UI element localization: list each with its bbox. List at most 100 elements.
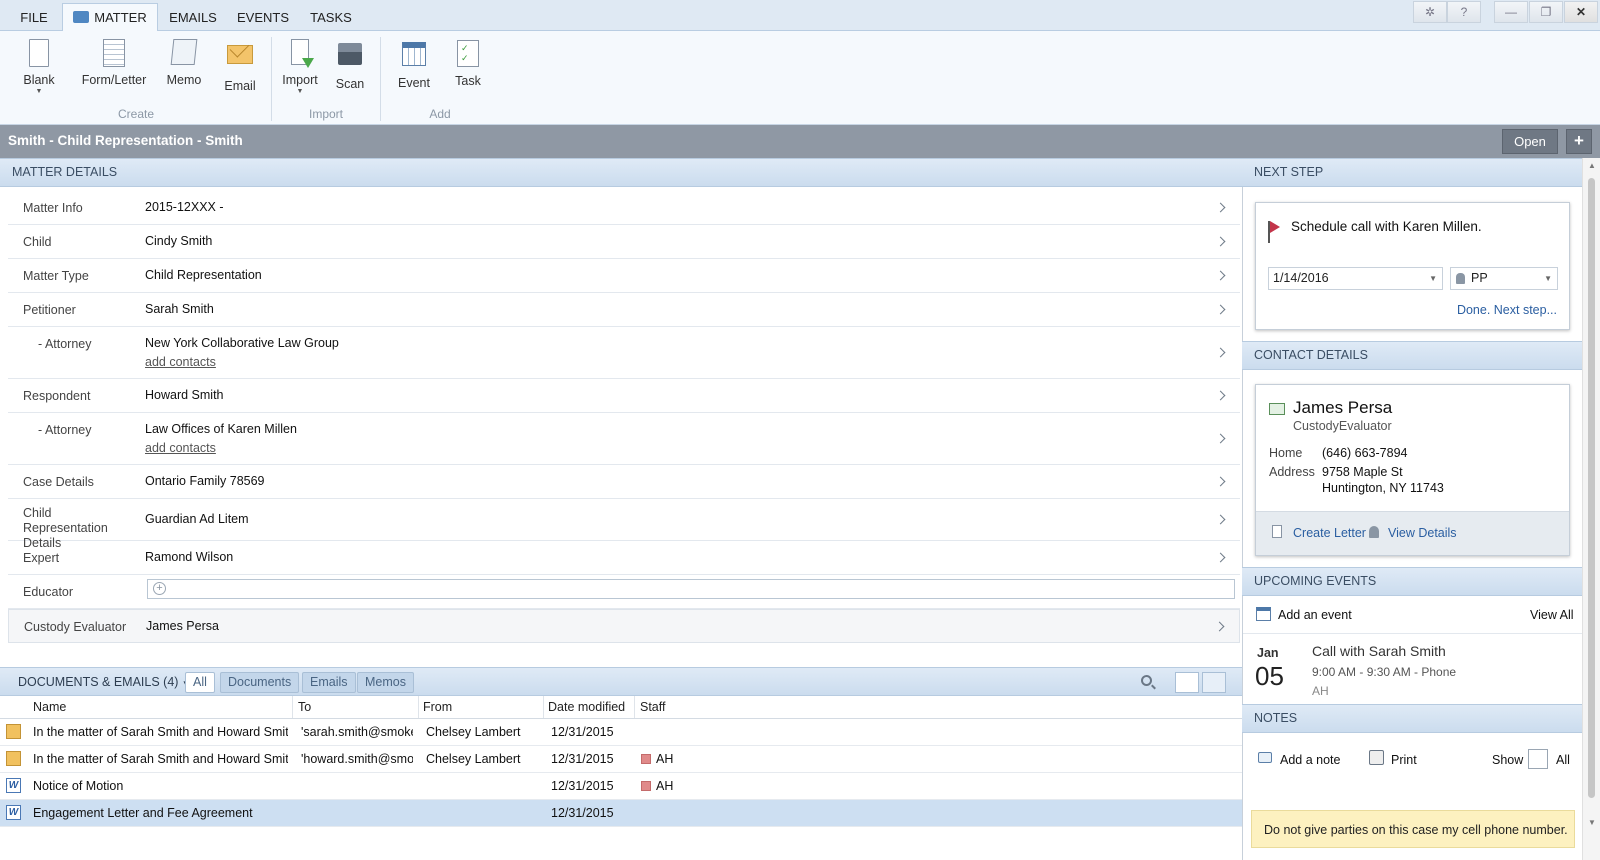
column-divider[interactable] [634, 696, 635, 718]
settings-icon[interactable]: ✲ [1413, 1, 1447, 23]
add-event-link[interactable]: Add an event [1278, 608, 1352, 622]
column-date-modified[interactable]: Date modified [548, 700, 625, 714]
chevron-right-icon[interactable] [1215, 390, 1226, 401]
detail-value: 2015-12XXX - [145, 200, 224, 214]
next-step-date-picker[interactable]: 1/14/2016 ▼ [1268, 267, 1443, 290]
detail-row-respondent-attorney[interactable]: - Attorney Law Offices of Karen Millen a… [8, 413, 1240, 465]
detail-row-educator[interactable]: Educator + [8, 575, 1240, 609]
event-item[interactable]: Jan 05 Call with Sarah Smith 9:00 AM - 9… [1243, 633, 1582, 703]
column-divider[interactable] [292, 696, 293, 718]
tab-file[interactable]: FILE [8, 3, 60, 31]
home-phone[interactable]: (646) 663-7894 [1322, 446, 1407, 460]
import-button[interactable]: Import ▼ [280, 39, 320, 95]
filter-all[interactable]: All [185, 672, 215, 693]
event-title: Call with Sarah Smith [1312, 643, 1446, 659]
task-label: Task [455, 74, 481, 88]
note-card[interactable]: Do not give parties on this case my cell… [1251, 810, 1575, 848]
event-button[interactable]: Event [394, 39, 434, 90]
task-button[interactable]: Task [450, 39, 486, 88]
detail-value: Child Representation [145, 268, 262, 282]
details-view-icon[interactable] [1175, 672, 1199, 693]
email-button[interactable]: Email [220, 39, 260, 93]
print-link[interactable]: Print [1391, 753, 1417, 767]
contact-name[interactable]: James Persa [1293, 398, 1392, 418]
detail-row-child-representation-details[interactable]: Child Representation Details Guardian Ad… [8, 499, 1240, 550]
chevron-right-icon[interactable] [1215, 476, 1226, 487]
detail-row-case-details[interactable]: Case Details Ontario Family 78569 [8, 465, 1240, 499]
detail-row-respondent[interactable]: Respondent Howard Smith [8, 379, 1240, 413]
tab-emails[interactable]: EMAILS [160, 3, 226, 31]
chevron-right-icon[interactable] [1215, 304, 1226, 315]
restore-icon[interactable]: ❐ [1529, 1, 1563, 23]
done-next-step-link[interactable]: Done. Next step... [1457, 303, 1557, 317]
help-icon[interactable]: ? [1447, 1, 1481, 23]
column-divider[interactable] [543, 696, 544, 718]
chevron-right-icon[interactable] [1215, 433, 1226, 444]
detail-row-expert[interactable]: Expert Ramond Wilson [8, 541, 1240, 575]
email-icon [6, 724, 21, 739]
detail-value: James Persa [146, 619, 219, 633]
tab-matter[interactable]: MATTER [62, 3, 158, 32]
scroll-down-icon[interactable]: ▼ [1588, 818, 1596, 827]
educator-input[interactable]: + [147, 579, 1235, 599]
filter-memos[interactable]: Memos [357, 672, 414, 693]
list-view-icon[interactable] [1202, 672, 1226, 693]
blank-button[interactable]: Blank ▼ [20, 39, 58, 95]
scan-button[interactable]: Scan [332, 39, 368, 91]
detail-row-matter-type[interactable]: Matter Type Child Representation [8, 259, 1240, 293]
ribbon-divider [271, 37, 272, 121]
add-contacts-link[interactable]: add contacts [145, 355, 216, 369]
filter-emails[interactable]: Emails [302, 672, 356, 693]
chevron-down-icon: ▼ [1429, 274, 1437, 283]
add-note-link[interactable]: Add a note [1280, 753, 1340, 767]
detail-row-petitioner[interactable]: Petitioner Sarah Smith [8, 293, 1240, 327]
documents-title-dropdown[interactable]: DOCUMENTS & EMAILS (4) ▼ [18, 675, 190, 689]
close-icon[interactable]: ✕ [1564, 1, 1598, 23]
detail-row-custody-evaluator[interactable]: Custody Evaluator James Persa [8, 609, 1240, 643]
detail-row-child[interactable]: Child Cindy Smith [8, 225, 1240, 259]
search-icon[interactable] [1141, 675, 1152, 686]
staff-color-swatch [641, 781, 651, 791]
column-name[interactable]: Name [33, 700, 66, 714]
chevron-right-icon[interactable] [1215, 514, 1226, 525]
tab-events[interactable]: EVENTS [228, 3, 298, 31]
chevron-right-icon[interactable] [1214, 621, 1225, 632]
table-row[interactable]: In the matter of Sarah Smith and Howard … [0, 719, 1242, 746]
view-details-link[interactable]: View Details [1388, 526, 1457, 540]
right-panel-scrollbar[interactable]: ▲ ▼ [1582, 158, 1600, 860]
filter-documents[interactable]: Documents [220, 672, 300, 693]
next-step-assignee-select[interactable]: PP ▼ [1450, 267, 1558, 290]
column-staff[interactable]: Staff [640, 700, 665, 714]
add-contacts-link[interactable]: add contacts [145, 441, 216, 455]
memo-button[interactable]: Memo [164, 39, 204, 87]
show-all-checkbox[interactable] [1528, 749, 1548, 769]
event-staff: AH [1312, 684, 1329, 698]
column-from[interactable]: From [423, 700, 452, 714]
add-button[interactable]: + [1566, 129, 1592, 154]
next-step-assignee: PP [1471, 271, 1488, 285]
column-to[interactable]: To [298, 700, 311, 714]
detail-row-matter-info[interactable]: Matter Info 2015-12XXX - [8, 191, 1240, 225]
open-button[interactable]: Open [1502, 129, 1558, 154]
chevron-right-icon[interactable] [1215, 552, 1226, 563]
create-letter-link[interactable]: Create Letter [1293, 526, 1366, 540]
column-divider[interactable] [418, 696, 419, 718]
scroll-up-icon[interactable]: ▲ [1588, 161, 1596, 170]
home-label: Home [1269, 446, 1303, 460]
view-all-events-link[interactable]: View All [1530, 608, 1574, 622]
table-row[interactable]: W Notice of Motion 12/31/2015 AH [0, 773, 1242, 800]
chevron-right-icon[interactable] [1215, 202, 1226, 213]
add-circle-icon[interactable]: + [153, 582, 166, 595]
minimize-icon[interactable]: — [1494, 1, 1528, 23]
chevron-right-icon[interactable] [1215, 236, 1226, 247]
ribbon-tabbar: FILE MATTER EMAILS EVENTS TASKS ✲ ? — ❐ … [0, 0, 1600, 32]
table-row[interactable]: In the matter of Sarah Smith and Howard … [0, 746, 1242, 773]
chevron-right-icon[interactable] [1215, 347, 1226, 358]
scrollbar-thumb[interactable] [1588, 178, 1595, 798]
chevron-right-icon[interactable] [1215, 270, 1226, 281]
next-step-text[interactable]: Schedule call with Karen Millen. [1291, 219, 1482, 234]
table-row[interactable]: W Engagement Letter and Fee Agreement 12… [0, 800, 1242, 827]
form-letter-button[interactable]: Form/Letter [80, 39, 148, 87]
detail-row-petitioner-attorney[interactable]: - Attorney New York Collaborative Law Gr… [8, 327, 1240, 379]
tab-tasks[interactable]: TASKS [300, 3, 362, 31]
